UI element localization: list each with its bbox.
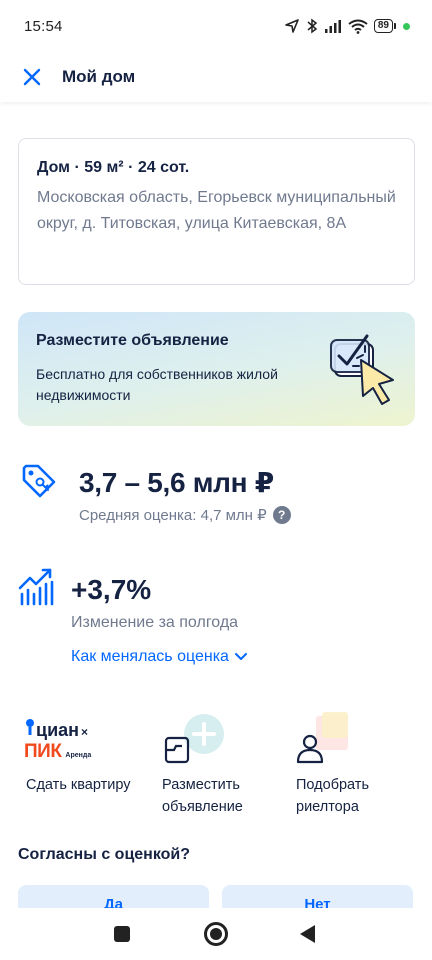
change-label: Изменение за полгода (71, 614, 239, 631)
address-card: Дом · 59 м² · 24 сот. Московская область… (18, 138, 415, 285)
status-bar: 15:54 89 (0, 0, 432, 52)
logo-x: × (81, 725, 89, 739)
promo-subtitle: Бесплатно для собственников жилой недвиж… (36, 366, 278, 403)
recents-button[interactable] (114, 926, 130, 942)
close-icon (23, 68, 41, 86)
checkbox-cursor-illustration-icon (330, 334, 394, 405)
cian-pik-logo: циан × ПИК Аренда (24, 718, 91, 763)
wifi-icon (348, 19, 368, 34)
estimate-block: 3,7 – 5,6 млн ₽ Средняя оценка: 4,7 млн … (20, 462, 420, 532)
cian-logo-text: циан (36, 720, 80, 740)
pik-logo-text: ПИК (24, 741, 62, 762)
estimate-history-label: Как менялась оценка (71, 648, 229, 665)
property-address: Московская область, Егорьевск муниципаль… (37, 189, 396, 232)
system-nav-bar (0, 908, 432, 960)
battery-icon: 89 (373, 19, 397, 33)
realtor-person-icon (296, 712, 348, 764)
bluetooth-icon (307, 18, 318, 34)
find-realtor-label: Подобрать риелтора (296, 777, 370, 815)
rent-out-service[interactable]: циан × ПИК Аренда Сдать квартиру (18, 712, 148, 822)
estimate-range: 3,7 – 5,6 млн ₽ (79, 467, 274, 498)
place-ad-label: Разместить объявление (162, 777, 243, 815)
agree-question: Согласны с оценкой? (18, 846, 191, 863)
property-summary: Дом · 59 м² · 24 сот. (37, 159, 190, 176)
pik-arenda-text: Аренда (65, 752, 92, 759)
price-tag-icon (22, 464, 56, 498)
place-ad-icon (164, 714, 224, 764)
status-icons: 89 (284, 18, 410, 34)
place-ad-service[interactable]: Разместить объявление (154, 712, 284, 822)
close-button[interactable] (20, 65, 44, 89)
status-time: 15:54 (24, 17, 63, 35)
app-header: Мой дом (0, 52, 432, 102)
estimate-average-row: Средняя оценка: 4,7 млн ₽ ? (79, 506, 291, 524)
growth-chart-icon (18, 568, 54, 606)
page-title: Мой дом (62, 67, 136, 86)
help-icon[interactable]: ? (272, 506, 291, 524)
rent-out-label: Сдать квартиру (26, 777, 131, 793)
estimate-history-link[interactable]: Как менялась оценка (71, 648, 247, 666)
home-button[interactable] (204, 922, 228, 946)
signal-icon (324, 20, 341, 33)
cian-pin-icon (26, 719, 34, 735)
change-block: +3,7% Изменение за полгода Как менялась … (18, 568, 418, 678)
change-value: +3,7% (71, 574, 152, 605)
location-arrow-icon (285, 19, 299, 33)
back-button[interactable] (300, 925, 315, 943)
chevron-down-icon (234, 653, 247, 660)
estimate-average: Средняя оценка: 4,7 млн ₽ (79, 507, 267, 524)
place-ad-banner[interactable]: Разместите объявление Бесплатно для собс… (18, 312, 415, 426)
privacy-indicator-dot (403, 22, 410, 30)
find-realtor-service[interactable]: Подобрать риелтора (288, 712, 418, 822)
services-row: циан × ПИК Аренда Сдать квартиру Размест… (18, 712, 418, 822)
